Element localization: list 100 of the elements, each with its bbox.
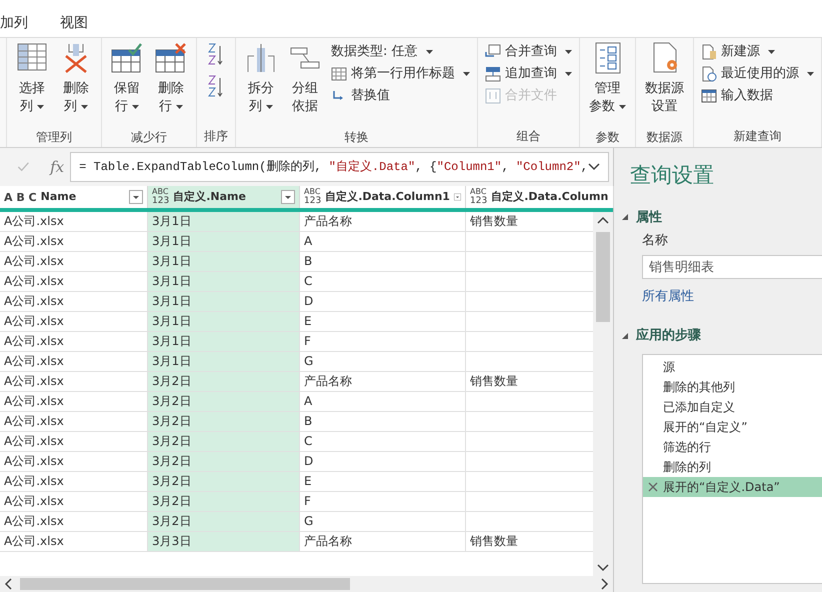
step-item[interactable]: 删除的列 [643,456,822,476]
table-cell: A公司.xlsx [4,394,64,408]
combine-files-icon [485,88,501,104]
ribbon-menu-button[interactable]: 替换值 [331,86,470,105]
step-item[interactable]: 展开的“自定义.Data” [643,476,822,496]
table-cell: A公司.xlsx [4,334,64,348]
type-button-label[interactable]: 123 [470,196,488,206]
button-label: 设置 [652,98,678,116]
column-header[interactable]: A B C Name [0,186,148,208]
table-cell: 销售数量 [470,374,518,388]
ribbon-button[interactable]: 删除 列 [54,38,98,128]
type-button-label[interactable]: 123 [304,196,322,206]
ribbon-menu-button[interactable]: 将第一行用作标题 [331,64,470,83]
ribbon-menu-button[interactable]: 输入数据 [701,86,814,105]
ribbon-button[interactable]: 管理 参数 [583,38,632,128]
table-cell: A公司.xlsx [4,534,64,548]
table-cell: 3月2日 [152,454,192,468]
table-cell: A公司.xlsx [4,234,64,248]
ribbon-button[interactable]: 数据源 设置 [639,38,690,128]
caret-icon [37,105,44,109]
menu-tab[interactable]: 加列 [0,13,28,34]
table-cell: A公司.xlsx [4,374,64,388]
table-cell: A公司.xlsx [4,414,64,428]
section-heading: 应用的步骤 [636,326,701,345]
chevron-right-icon[interactable] [601,578,609,590]
table-cell: E [304,474,312,488]
text-type-button[interactable]: A B C [4,192,37,202]
button-label: 选择 [19,80,45,98]
table-cell: 3月1日 [152,234,192,248]
ribbon-button[interactable]: 选择 列 [10,38,54,128]
sort-ascending-icon[interactable] [208,42,224,66]
caret-icon [426,50,433,54]
step-item[interactable]: 源 [643,356,822,376]
table-cell: 3月2日 [152,394,192,408]
ribbon-button[interactable]: 拆分 列 [239,38,283,128]
delete-step-icon[interactable] [648,482,658,492]
step-item[interactable]: 展开的“自定义” [643,416,822,436]
table-cell: 产品名称 [304,534,352,548]
table-cell: 销售数量 [470,214,518,228]
name-field[interactable]: 销售明细表 [642,254,822,278]
table-cell: 3月1日 [152,334,192,348]
type-button-label[interactable]: ABC [470,188,488,196]
filter-dropdown-icon[interactable] [129,190,143,204]
table-cell: E [304,314,312,328]
all-properties-link[interactable]: 所有属性 [642,286,822,306]
ribbon-button[interactable]: 保留 行 [105,38,149,128]
ribbon-menu-button[interactable]: 合并查询 [485,42,572,61]
group-label: 排序 [203,128,229,145]
table-cell: 3月2日 [152,494,192,508]
type-button-label[interactable]: ABC [152,188,170,196]
button-label: 行 [159,98,183,116]
panel-title: 查询设置 [630,162,715,189]
button-label: 删除 [158,80,184,98]
table-cell: A公司.xlsx [4,274,64,288]
chevron-down-icon[interactable] [597,564,609,572]
step-item[interactable]: 筛选的行 [643,436,822,456]
formula-text: = Table.ExpandTableColumn(删除的列, "自定义.Data", {"Column1", "Column2", [79,159,588,176]
ribbon-menu-button[interactable]: 追加查询 [485,64,572,83]
button-label: 数据源 [645,80,684,98]
scrollbar-thumb[interactable] [596,232,610,322]
caret-icon [565,72,572,76]
vertical-scrollbar[interactable] [593,212,613,576]
table-cell: 3月2日 [152,414,192,428]
collapse-triangle-icon[interactable] [622,332,628,339]
button-label: 列 [64,98,88,116]
keep-rows-icon [111,42,143,74]
group-label: 数据源 [646,129,684,146]
sort-descending-icon[interactable] [208,74,224,98]
table-cell: G [304,354,314,368]
table-icon [701,88,717,104]
table-cell: 3月1日 [152,314,192,328]
chevron-down-icon[interactable] [588,163,600,171]
button-label: 行 [115,98,139,116]
collapse-triangle-icon[interactable] [622,214,628,220]
ribbon-menu-button[interactable]: 新建源 [701,42,814,61]
table-cell: A公司.xlsx [4,314,64,328]
remove-rows-icon [155,42,187,74]
group-label: 组合 [516,128,542,145]
formula-field[interactable]: = Table.ExpandTableColumn(删除的列, "自定义.Data", {"Column1", "Column2", [70,152,609,182]
type-button-label[interactable]: ABC [304,188,322,196]
horizontal-scrollbar[interactable] [0,576,613,592]
button-label: 参数 [589,98,626,116]
filter-dropdown-icon[interactable] [281,190,295,204]
chevron-up-icon[interactable] [597,216,609,224]
button-label: 保留 [114,80,140,98]
menu-tab[interactable]: 视图 [60,13,88,34]
step-item[interactable]: 删除的其他列 [643,376,822,396]
table-icon [331,66,347,82]
function-button[interactable]: fx [50,156,70,178]
ribbon-button[interactable]: 分组 依据 [283,38,327,128]
split-column-icon [245,42,277,74]
group-label: 减少行 [130,129,168,146]
ribbon-menu-button[interactable]: 最近使用的源 [701,64,814,83]
chevron-left-icon[interactable] [4,578,12,590]
step-item[interactable]: 已添加自定义 [643,396,822,416]
ribbon-button[interactable]: 删除 行 [149,38,193,128]
ribbon-menu-button[interactable]: 数据类型: 任意 [331,42,470,61]
table-cell: A公司.xlsx [4,354,64,368]
group-label: 管理列 [35,129,73,146]
type-button-label[interactable]: 123 [152,196,170,206]
